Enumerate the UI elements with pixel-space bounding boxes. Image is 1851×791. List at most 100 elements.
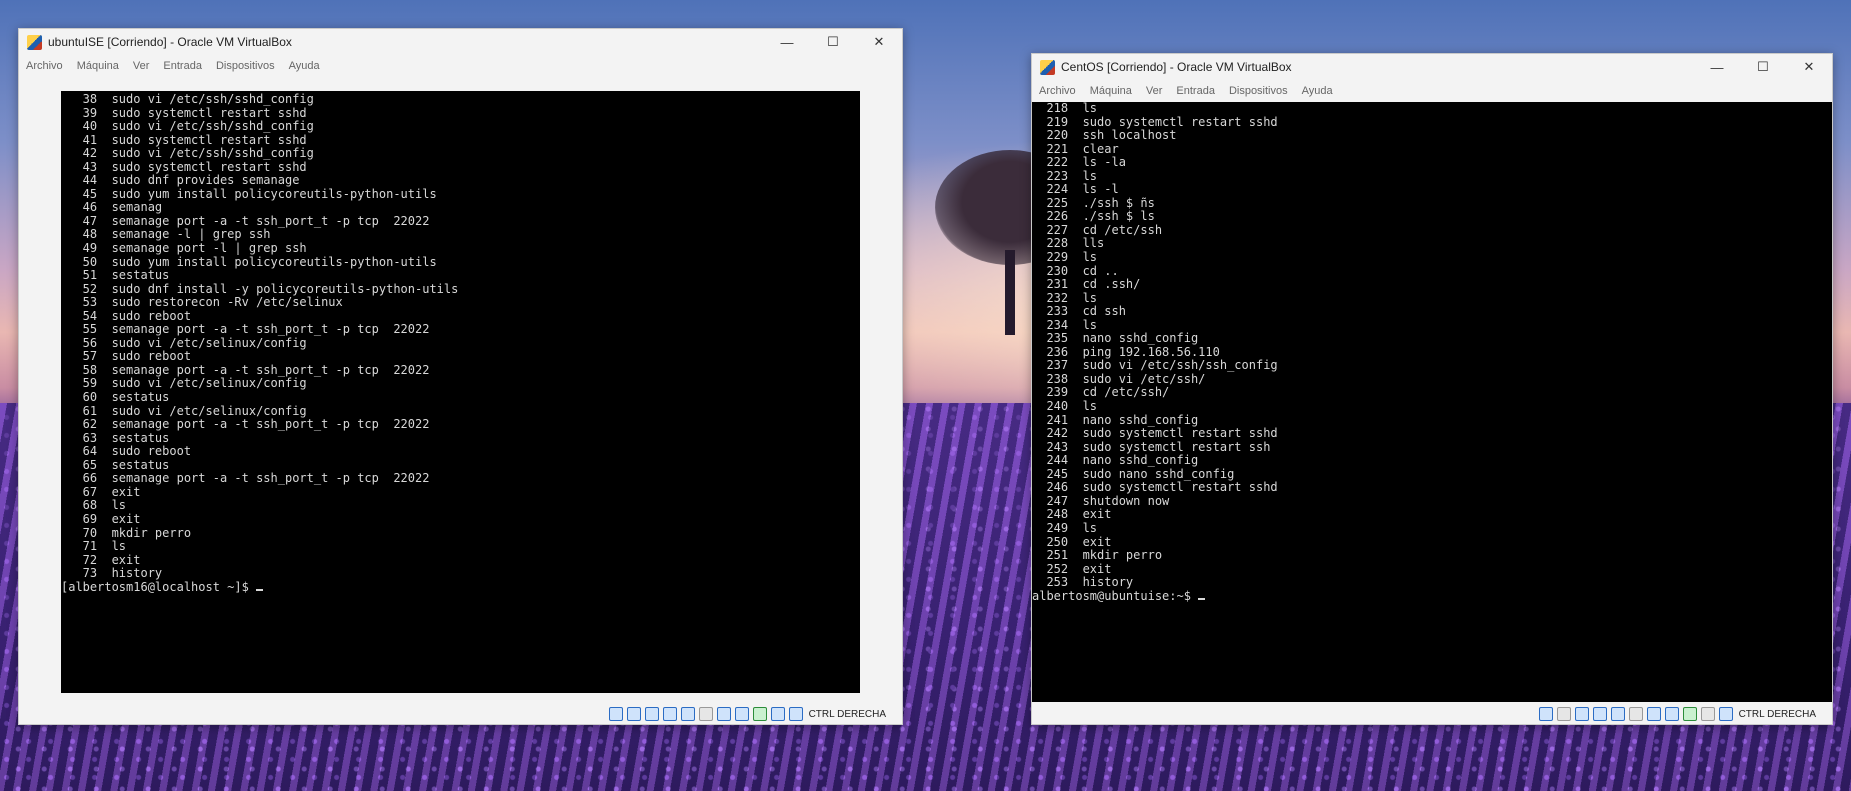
terminal-line: 218 ls xyxy=(1032,102,1098,115)
audio-icon[interactable] xyxy=(1574,707,1589,721)
optical-drive-icon[interactable] xyxy=(1556,707,1571,721)
terminal-line: 219 sudo systemctl restart sshd xyxy=(1032,114,1278,129)
menu-ver[interactable]: Ver xyxy=(126,60,157,72)
terminal-line: 245 sudo nano sshd_config xyxy=(1032,466,1235,481)
prompt-text: albertosm@ubuntuise:~$ xyxy=(1032,588,1199,603)
menu-ayuda[interactable]: Ayuda xyxy=(1295,85,1340,97)
terminal-line: 241 nano sshd_config xyxy=(1032,412,1199,427)
terminal-line: 51 sestatus xyxy=(61,268,170,283)
network-icon[interactable] xyxy=(1592,707,1607,721)
cpu-icon[interactable] xyxy=(752,707,767,721)
terminal-line: 38 sudo vi /etc/ssh/sshd_config xyxy=(61,92,314,106)
usb-icon[interactable] xyxy=(680,707,695,721)
terminal-prompt[interactable]: [albertosm16@localhost ~]$ xyxy=(61,580,860,595)
maximize-button[interactable]: ☐ xyxy=(1740,54,1786,80)
maximize-icon: ☐ xyxy=(827,34,839,49)
terminal-line: 47 semanage port -a -t ssh_port_t -p tcp… xyxy=(61,213,430,228)
terminal-line: 224 ls -l xyxy=(1032,182,1119,197)
menu-bar: Archivo Máquina Ver Entrada Dispositivos… xyxy=(1032,80,1832,101)
status-bar: CTRL DERECHA xyxy=(1538,704,1832,724)
terminal-line: 221 clear xyxy=(1032,141,1119,156)
shared-folders-icon[interactable] xyxy=(698,707,713,721)
terminal-line: 249 ls xyxy=(1032,520,1098,535)
keyboard-icon[interactable] xyxy=(788,707,803,721)
terminal-line: 66 semanage port -a -t ssh_port_t -p tcp… xyxy=(61,471,430,486)
menu-entrada[interactable]: Entrada xyxy=(1169,85,1222,97)
terminal-line: 222 ls -la xyxy=(1032,155,1126,170)
close-button[interactable]: ✕ xyxy=(1786,54,1832,80)
display-icon[interactable] xyxy=(716,707,731,721)
hard-disk-icon[interactable] xyxy=(1538,707,1553,721)
terminal-line: 40 sudo vi /etc/ssh/sshd_config xyxy=(61,119,314,134)
ubuntu-vm-window[interactable]: ubuntuISE [Corriendo] - Oracle VM Virtua… xyxy=(18,28,903,725)
menu-archivo[interactable]: Archivo xyxy=(19,60,70,72)
terminal-line: 48 semanage -l | grep ssh xyxy=(61,227,271,242)
terminal-line: 232 ls xyxy=(1032,290,1098,305)
menu-dispositivos[interactable]: Dispositivos xyxy=(1222,85,1295,97)
menu-entrada[interactable]: Entrada xyxy=(156,60,209,72)
menu-maquina[interactable]: Máquina xyxy=(70,60,126,72)
terminal-line: 73 history xyxy=(61,566,163,581)
minimize-button[interactable]: — xyxy=(1694,54,1740,80)
terminal-line: 56 sudo vi /etc/selinux/config xyxy=(61,335,307,350)
recording-icon[interactable] xyxy=(1664,707,1679,721)
terminal-line: 52 sudo dnf install -y policycoreutils-p… xyxy=(61,281,459,296)
mouse-integration-icon[interactable] xyxy=(1700,707,1715,721)
terminal-line: 234 ls xyxy=(1032,317,1098,332)
menu-maquina[interactable]: Máquina xyxy=(1083,85,1139,97)
terminal-line: 72 exit xyxy=(61,552,141,567)
menu-archivo[interactable]: Archivo xyxy=(1032,85,1083,97)
window-title: ubuntuISE [Corriendo] - Oracle VM Virtua… xyxy=(48,35,292,49)
terminal-line: 233 cd ssh xyxy=(1032,304,1126,319)
terminal-line: 43 sudo systemctl restart sshd xyxy=(61,159,307,174)
terminal-line: 70 mkdir perro xyxy=(61,525,192,540)
cpu-icon[interactable] xyxy=(1682,707,1697,721)
window-title: CentOS [Corriendo] - Oracle VM VirtualBo… xyxy=(1061,60,1292,74)
centos-vm-window[interactable]: CentOS [Corriendo] - Oracle VM VirtualBo… xyxy=(1031,53,1833,725)
terminal-line: 244 nano sshd_config xyxy=(1032,453,1199,468)
optical-drive-icon[interactable] xyxy=(626,707,641,721)
terminal-line: 61 sudo vi /etc/selinux/config xyxy=(61,403,307,418)
terminal-line: 251 mkdir perro xyxy=(1032,548,1163,563)
keyboard-icon[interactable] xyxy=(1718,707,1733,721)
title-bar[interactable]: ubuntuISE [Corriendo] - Oracle VM Virtua… xyxy=(19,29,902,55)
usb-icon[interactable] xyxy=(1610,707,1625,721)
maximize-icon: ☐ xyxy=(1757,59,1769,74)
terminal-line: 253 history xyxy=(1032,575,1134,590)
terminal-prompt[interactable]: albertosm@ubuntuise:~$ xyxy=(1032,588,1832,604)
terminal-line: 229 ls xyxy=(1032,250,1098,265)
vm-screen[interactable]: 218 ls 219 sudo systemctl restart sshd 2… xyxy=(1032,102,1832,702)
terminal-line: 248 exit xyxy=(1032,507,1112,522)
menu-dispositivos[interactable]: Dispositivos xyxy=(209,60,282,72)
terminal-line: 223 ls xyxy=(1032,168,1098,183)
terminal-line: 45 sudo yum install policycoreutils-pyth… xyxy=(61,186,437,201)
minimize-button[interactable]: — xyxy=(764,29,810,55)
terminal-line: 231 cd .ssh/ xyxy=(1032,277,1141,292)
terminal-line: 243 sudo systemctl restart ssh xyxy=(1032,439,1271,454)
maximize-button[interactable]: ☐ xyxy=(810,29,856,55)
terminal-line: 63 sestatus xyxy=(61,430,170,445)
terminal-line: 62 semanage port -a -t ssh_port_t -p tcp… xyxy=(61,417,430,432)
close-button[interactable]: ✕ xyxy=(856,29,902,55)
terminal-line: 46 semanag xyxy=(61,200,163,215)
vm-screen[interactable]: 38 sudo vi /etc/ssh/sshd_config 39 sudo … xyxy=(61,91,860,693)
mouse-integration-icon[interactable] xyxy=(770,707,785,721)
menu-ver[interactable]: Ver xyxy=(1139,85,1170,97)
terminal-line: 53 sudo restorecon -Rv /etc/selinux xyxy=(61,295,343,310)
title-bar[interactable]: CentOS [Corriendo] - Oracle VM VirtualBo… xyxy=(1032,54,1832,80)
shared-folders-icon[interactable] xyxy=(1628,707,1643,721)
terminal-line: 250 exit xyxy=(1032,534,1112,549)
hard-disk-icon[interactable] xyxy=(608,707,623,721)
text-cursor xyxy=(256,588,264,591)
terminal-line: 39 sudo systemctl restart sshd xyxy=(61,105,307,120)
display-icon[interactable] xyxy=(1646,707,1661,721)
terminal-line: 58 semanage port -a -t ssh_port_t -p tcp… xyxy=(61,362,430,377)
terminal-line: 57 sudo reboot xyxy=(61,349,192,364)
network-icon[interactable] xyxy=(662,707,677,721)
menu-ayuda[interactable]: Ayuda xyxy=(282,60,327,72)
recording-icon[interactable] xyxy=(734,707,749,721)
terminal-line: 42 sudo vi /etc/ssh/sshd_config xyxy=(61,146,314,161)
minimize-icon: — xyxy=(1710,59,1724,75)
terminal-line: 226 ./ssh $ ls xyxy=(1032,209,1155,224)
audio-icon[interactable] xyxy=(644,707,659,721)
